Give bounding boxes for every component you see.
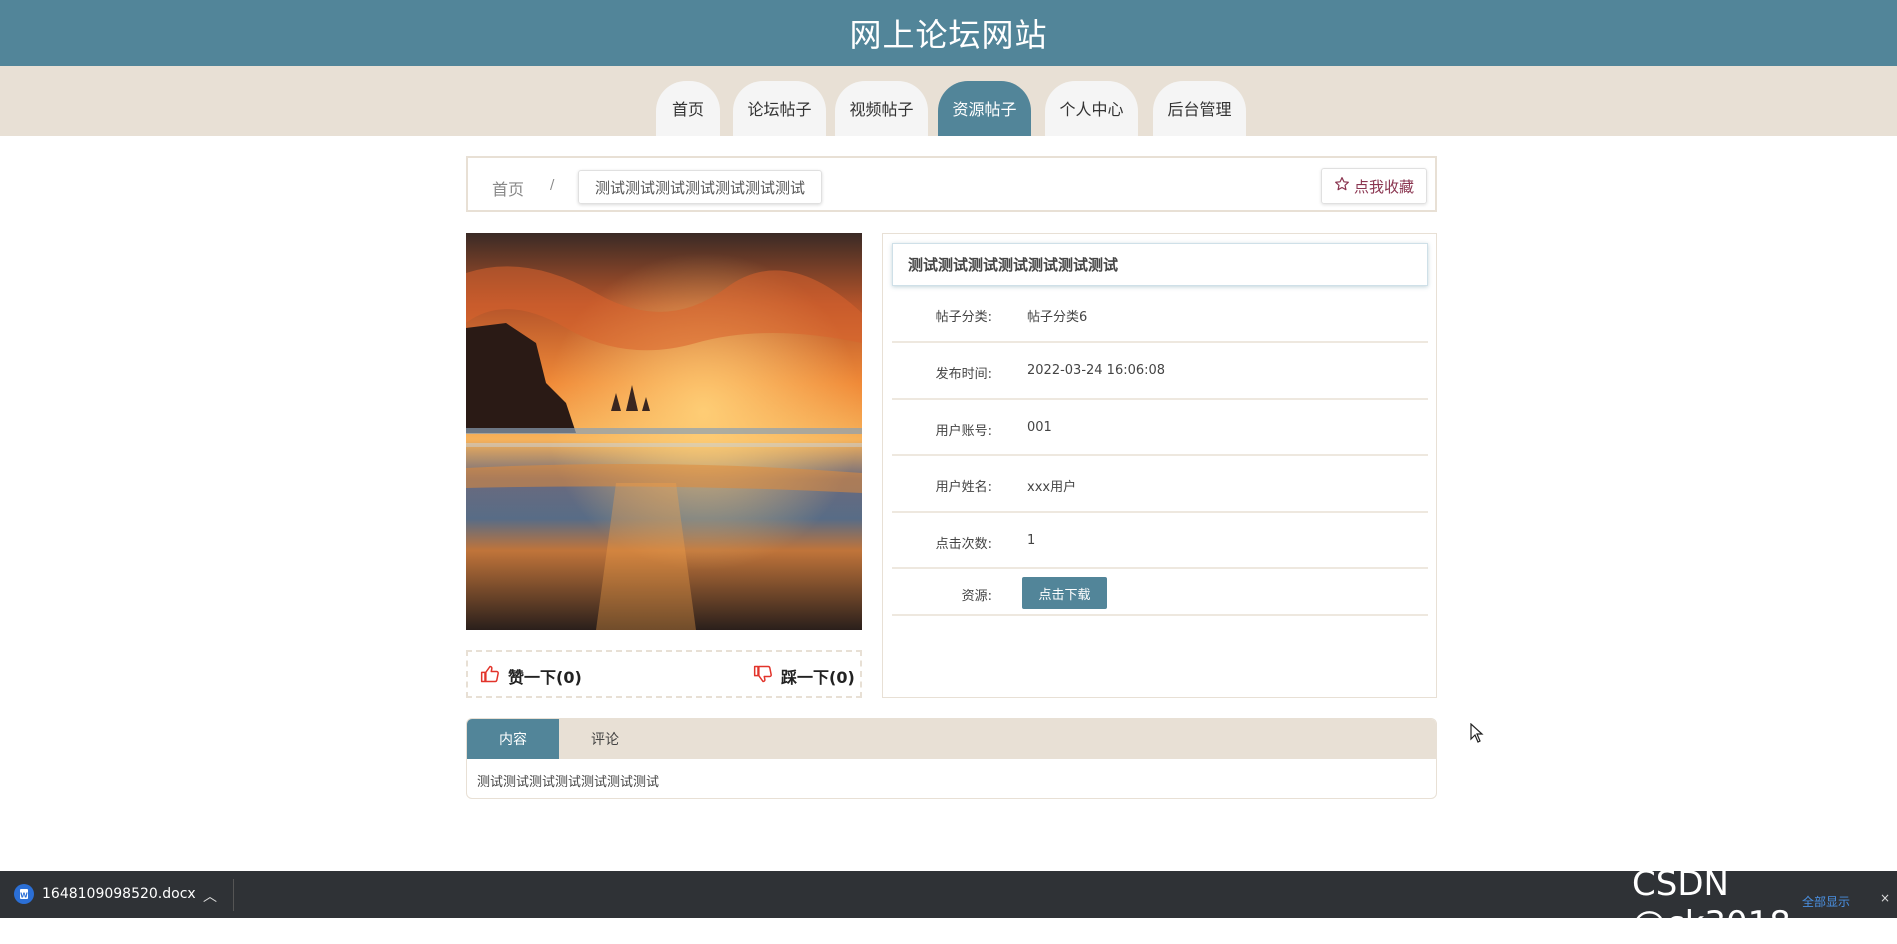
thumbs-up-icon [480, 664, 500, 688]
breadcrumb-current: 测试测试测试测试测试测试测试 [578, 170, 823, 204]
dislike-label: 踩一下(0) [781, 668, 855, 687]
detail-label: 用户姓名: [935, 480, 992, 495]
nav-item-home[interactable]: 首页 [656, 81, 720, 136]
like-label: 赞一下(0) [508, 668, 582, 687]
favorite-button[interactable]: 点我收藏 [1320, 168, 1427, 204]
detail-row-publish-time: 发布时间: 2022-03-24 16:06:08 [892, 343, 1428, 400]
detail-value: 帖子分类6 [1027, 310, 1088, 325]
breadcrumb: 首页 / 测试测试测试测试测试测试测试 点我收藏 [466, 156, 1437, 212]
download-bar: W 1648109098520.docx ︿ 全部显示 × [0, 871, 1897, 918]
detail-value: xxx用户 [1027, 480, 1077, 495]
main-nav: 首页 论坛帖子 视频帖子 资源帖子 个人中心 后台管理 [0, 66, 1897, 136]
content-tabs: 内容 评论 测试测试测试测试测试测试测试 [466, 718, 1437, 799]
breadcrumb-home-link[interactable]: 首页 [492, 176, 524, 200]
tab-content[interactable]: 内容 [467, 719, 559, 759]
svg-text:W: W [20, 892, 28, 900]
tab-comments[interactable]: 评论 [559, 719, 651, 759]
detail-value: 001 [1027, 420, 1052, 435]
detail-label: 发布时间: [935, 367, 992, 382]
chevron-up-icon[interactable]: ︿ [203, 886, 217, 906]
post-title: 测试测试测试测试测试测试测试 [892, 243, 1428, 286]
site-header: 网上论坛网站 [0, 0, 1897, 66]
detail-label: 点击次数: [935, 537, 992, 552]
mouse-cursor-icon [1470, 722, 1484, 747]
detail-value: 1 [1027, 533, 1036, 548]
favorite-label: 点我收藏 [1353, 177, 1414, 196]
nav-item-forum-posts[interactable]: 论坛帖子 [733, 81, 826, 136]
vote-bar: 赞一下(0) 踩一下(0) [466, 650, 862, 698]
nav-item-personal-center[interactable]: 个人中心 [1045, 81, 1138, 136]
detail-row-resource: 资源: 点击下载 [892, 569, 1428, 616]
divider [233, 879, 234, 911]
detail-row-username: 用户姓名: xxx用户 [892, 456, 1428, 513]
nav-item-video-posts[interactable]: 视频帖子 [835, 81, 928, 136]
post-details: 测试测试测试测试测试测试测试 帖子分类: 帖子分类6 发布时间: 2022-03… [882, 233, 1437, 698]
download-filename: 1648109098520.docx [42, 886, 196, 902]
nav-item-admin[interactable]: 后台管理 [1153, 81, 1246, 136]
site-title: 网上论坛网站 [849, 16, 1048, 54]
post-image [466, 233, 862, 630]
detail-label: 用户账号: [935, 424, 992, 439]
tabs-header: 内容 评论 [467, 719, 1436, 759]
nav-item-resource-posts[interactable]: 资源帖子 [938, 81, 1031, 136]
detail-label: 资源: [961, 589, 992, 604]
breadcrumb-separator: / [550, 178, 555, 193]
csdn-watermark: CSDN @ck3018 [1632, 864, 1791, 944]
download-item[interactable]: W 1648109098520.docx [14, 883, 196, 905]
detail-value: 2022-03-24 16:06:08 [1027, 363, 1166, 378]
detail-label: 帖子分类: [935, 310, 992, 325]
detail-row-account: 用户账号: 001 [892, 400, 1428, 456]
dislike-button[interactable]: 踩一下(0) [753, 664, 855, 688]
word-document-icon: W [14, 883, 34, 905]
star-outline-icon [1334, 176, 1350, 196]
download-button[interactable]: 点击下载 [1022, 577, 1107, 609]
tab-content-text: 测试测试测试测试测试测试测试 [477, 775, 660, 790]
detail-row-clicks: 点击次数: 1 [892, 513, 1428, 569]
detail-row-category: 帖子分类: 帖子分类6 [892, 286, 1428, 343]
thumbs-down-icon [753, 664, 773, 688]
like-button[interactable]: 赞一下(0) [480, 664, 582, 688]
